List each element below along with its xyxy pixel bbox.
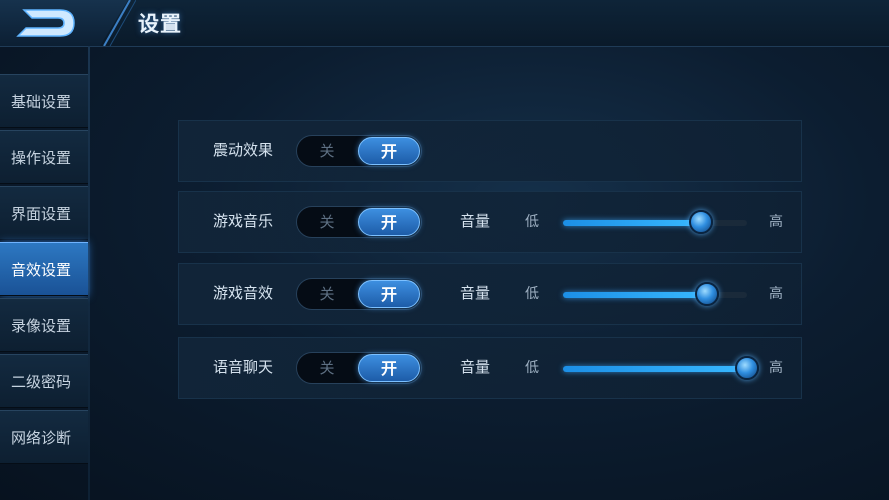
slider-knob[interactable] bbox=[735, 356, 759, 380]
header-divider bbox=[103, 0, 136, 46]
sidebar-item-interface[interactable]: 界面设置 bbox=[0, 186, 88, 240]
toggle-on-option[interactable]: 开 bbox=[358, 354, 420, 382]
back-arrow-icon bbox=[16, 9, 75, 37]
sidebar-item-secondary-password[interactable]: 二级密码 bbox=[0, 354, 88, 408]
volume-high-label: 高 bbox=[769, 360, 783, 376]
toggle-off-option[interactable]: 关 bbox=[297, 207, 357, 237]
game-music-volume-slider[interactable] bbox=[563, 210, 747, 234]
setting-label: 语音聊天 bbox=[213, 358, 274, 376]
sidebar-item-basic[interactable]: 基础设置 bbox=[0, 74, 88, 128]
sidebar-item-sound[interactable]: 音效设置 bbox=[0, 242, 88, 296]
toggle-off-option[interactable]: 关 bbox=[297, 279, 357, 309]
game-sfx-toggle[interactable]: 关 开 bbox=[296, 278, 422, 310]
setting-row-game-sfx: 游戏音效 关 开 音量 低 高 bbox=[178, 263, 802, 325]
sidebar-item-label: 基础设置 bbox=[11, 92, 72, 111]
sidebar-item-recording[interactable]: 录像设置 bbox=[0, 298, 88, 352]
slider-knob[interactable] bbox=[689, 210, 713, 234]
page-title: 设置 bbox=[138, 12, 182, 36]
setting-label: 游戏音乐 bbox=[213, 212, 274, 230]
sidebar-item-label: 音效设置 bbox=[11, 260, 72, 279]
slider-fill bbox=[563, 292, 707, 298]
sidebar-item-label: 界面设置 bbox=[11, 204, 72, 223]
volume-low-label: 低 bbox=[525, 286, 539, 302]
toggle-on-option[interactable]: 开 bbox=[358, 280, 420, 308]
sidebar-item-label: 二级密码 bbox=[11, 372, 72, 391]
setting-row-vibration: 震动效果 关 开 bbox=[178, 120, 802, 182]
sidebar-item-label: 操作设置 bbox=[11, 148, 72, 167]
game-music-toggle[interactable]: 关 开 bbox=[296, 206, 422, 238]
volume-label: 音量 bbox=[460, 212, 491, 230]
sidebar-item-label: 录像设置 bbox=[11, 316, 72, 335]
voice-chat-volume-slider[interactable] bbox=[563, 356, 759, 380]
slider-knob[interactable] bbox=[695, 282, 719, 306]
sidebar: 基础设置 操作设置 界面设置 音效设置 录像设置 二级密码 网络诊断 bbox=[0, 70, 89, 500]
toggle-off-option[interactable]: 关 bbox=[297, 353, 357, 383]
volume-label: 音量 bbox=[460, 358, 491, 376]
toggle-on-option[interactable]: 开 bbox=[358, 208, 420, 236]
header-bar: 设置 bbox=[0, 0, 889, 47]
setting-label: 游戏音效 bbox=[213, 284, 274, 302]
volume-high-label: 高 bbox=[769, 214, 783, 230]
slider-fill bbox=[563, 220, 701, 226]
volume-label: 音量 bbox=[460, 284, 491, 302]
volume-low-label: 低 bbox=[525, 214, 539, 230]
sidebar-item-network-diagnosis[interactable]: 网络诊断 bbox=[0, 410, 88, 464]
voice-chat-toggle[interactable]: 关 开 bbox=[296, 352, 422, 384]
back-button[interactable] bbox=[14, 6, 84, 40]
vibration-toggle[interactable]: 关 开 bbox=[296, 135, 422, 167]
game-sfx-volume-slider[interactable] bbox=[563, 282, 747, 306]
sidebar-item-label: 网络诊断 bbox=[11, 428, 72, 447]
toggle-on-option[interactable]: 开 bbox=[358, 137, 420, 165]
volume-high-label: 高 bbox=[769, 286, 783, 302]
toggle-off-option[interactable]: 关 bbox=[297, 136, 357, 166]
volume-low-label: 低 bbox=[525, 360, 539, 376]
sidebar-item-controls[interactable]: 操作设置 bbox=[0, 130, 88, 184]
setting-row-voice-chat: 语音聊天 关 开 音量 低 高 bbox=[178, 337, 802, 399]
slider-fill bbox=[563, 366, 747, 372]
setting-label: 震动效果 bbox=[213, 141, 274, 159]
setting-row-game-music: 游戏音乐 关 开 音量 低 高 bbox=[178, 191, 802, 253]
